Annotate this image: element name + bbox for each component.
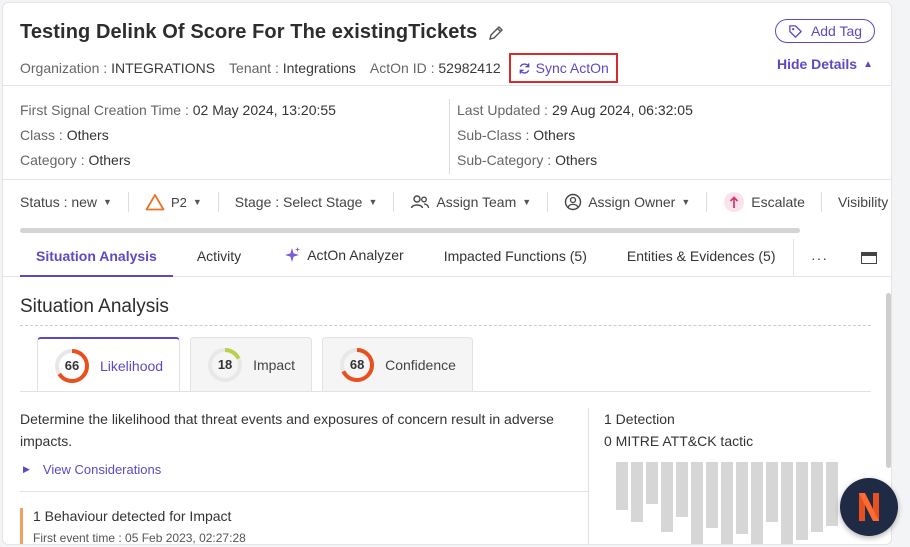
- tactic-bar: [691, 462, 703, 544]
- details-divider: [449, 99, 450, 174]
- team-icon: [411, 195, 430, 209]
- assign-team-dropdown[interactable]: Assign Team ▼: [410, 194, 531, 210]
- score-ring: 66: [54, 348, 90, 384]
- score-tab-impact[interactable]: 18 Impact: [190, 337, 313, 391]
- separator: [127, 192, 129, 212]
- tactic-bar: [631, 462, 643, 522]
- behaviour-title: 1 Behaviour detected for Impact: [33, 508, 232, 524]
- mitre-count: 0 MITRE ATT&CK tactic: [604, 433, 754, 449]
- priority-dropdown[interactable]: P2 ▼: [145, 193, 202, 211]
- stage-dropdown[interactable]: Stage : Select Stage ▼: [235, 194, 378, 210]
- dashed-divider: [20, 325, 871, 326]
- subcategory-field: Sub-Category : Others: [457, 152, 598, 168]
- divider: [3, 179, 891, 180]
- brand-logo-icon: [859, 493, 879, 521]
- tactic-bar: [781, 462, 793, 544]
- divider: [20, 491, 588, 492]
- tactic-bar: [826, 462, 838, 526]
- score-ring: 18: [207, 347, 243, 383]
- tactic-bar: [646, 462, 658, 504]
- sparkle-icon: [285, 247, 301, 262]
- page-title: Testing Delink Of Score For The existing…: [20, 21, 478, 43]
- mitre-tactic-bars: [616, 462, 841, 544]
- warning-triangle-icon: [145, 194, 165, 211]
- sync-acton-button[interactable]: Sync ActOn: [508, 53, 618, 83]
- details-left: First Signal Creation Time : 02 May 2024…: [20, 98, 336, 173]
- chevron-down-icon: ▼: [103, 197, 112, 207]
- tab-overflow: ···: [793, 239, 891, 277]
- score-tab-confidence[interactable]: 68 Confidence: [322, 337, 473, 391]
- escalate-icon: [724, 192, 745, 212]
- visibility-dropdown[interactable]: Visibility: [838, 194, 888, 210]
- score-tabs-baseline: [20, 391, 871, 392]
- first-event-time: First event time : 05 Feb 2023, 02:27:28: [33, 531, 246, 545]
- tactic-bar: [676, 462, 688, 517]
- title-row: Testing Delink Of Score For The existing…: [20, 21, 505, 44]
- tactic-bar: [721, 462, 733, 544]
- separator: [547, 192, 549, 212]
- tactic-bar: [766, 462, 778, 522]
- view-considerations-link[interactable]: ▶ View Considerations: [23, 462, 161, 477]
- tactic-bar: [661, 462, 673, 532]
- behaviour-item[interactable]: 1 Behaviour detected for Impact First ev…: [20, 508, 246, 545]
- assistant-launcher-button[interactable]: [840, 478, 898, 536]
- chevron-down-icon: ▼: [192, 197, 202, 207]
- assign-owner-dropdown[interactable]: Assign Owner ▼: [564, 193, 690, 211]
- action-bar: Status : new ▼ P2 ▼ Stage : Select Stage…: [20, 191, 888, 213]
- detection-count: 1 Detection: [604, 411, 675, 427]
- panel-divider: [588, 408, 589, 544]
- score-tab-likelihood[interactable]: 66 Likelihood: [37, 337, 181, 392]
- separator: [706, 192, 708, 212]
- chevron-down-icon: ▼: [681, 197, 691, 207]
- tenant: Tenant : Integrations: [229, 60, 356, 76]
- category-field: Category : Others: [20, 152, 131, 168]
- first-signal-time: First Signal Creation Time : 02 May 2024…: [20, 102, 336, 118]
- tactic-bar: [796, 462, 808, 540]
- chevron-down-icon: ▼: [522, 197, 532, 207]
- popout-window-icon[interactable]: [861, 252, 877, 264]
- tab-acton-analyzer[interactable]: ActOn Analyzer: [265, 246, 424, 277]
- separator: [820, 192, 822, 212]
- tab-entities-evidences[interactable]: Entities & Evidences (5): [607, 248, 796, 277]
- edit-pencil-icon[interactable]: [487, 24, 505, 42]
- vertical-scrollbar[interactable]: [886, 293, 891, 468]
- horizontal-scrollbar[interactable]: [20, 228, 800, 233]
- status-dropdown[interactable]: Status : new ▼: [20, 194, 112, 210]
- score-ring: 68: [339, 347, 375, 383]
- tab-activity[interactable]: Activity: [173, 248, 265, 277]
- tactic-bar: [706, 462, 718, 528]
- hide-details-toggle[interactable]: Hide Details ▲: [777, 56, 873, 72]
- class-field: Class : Others: [20, 127, 109, 143]
- tactic-bar: [616, 462, 628, 510]
- tag-icon: [789, 24, 802, 38]
- caret-right-icon: ▶: [23, 464, 30, 474]
- sync-icon: [519, 62, 530, 74]
- tab-situation-analysis[interactable]: Situation Analysis: [20, 248, 173, 277]
- tactic-bar: [736, 462, 748, 534]
- more-tabs-button[interactable]: ···: [811, 250, 828, 266]
- user-circle-icon: [564, 193, 582, 211]
- details-right: Last Updated : 29 Aug 2024, 06:32:05 Sub…: [457, 98, 693, 173]
- caret-up-icon: ▲: [863, 58, 873, 70]
- organization: Organization : INTEGRATIONS: [20, 60, 216, 76]
- tactic-bar: [751, 462, 763, 544]
- tab-impacted-functions[interactable]: Impacted Functions (5): [424, 248, 607, 277]
- tab-bar: Situation Analysis Activity ActOn Analyz…: [20, 239, 795, 277]
- score-tabs: 66 Likelihood 18 Impact 68 Confidence: [37, 337, 483, 392]
- last-updated: Last Updated : 29 Aug 2024, 06:32:05: [457, 102, 693, 118]
- divider: [3, 85, 891, 86]
- add-tag-button[interactable]: Add Tag: [775, 19, 875, 43]
- detection-summary: 1 Detection 0 MITRE ATT&CK tactic: [604, 408, 753, 452]
- acton-id: ActOn ID : 52982412: [369, 60, 501, 76]
- separator: [217, 192, 219, 212]
- likelihood-description: Determine the likelihood that threat eve…: [20, 411, 554, 449]
- tactic-bar: [811, 462, 823, 532]
- meta-row: Organization : INTEGRATIONS Tenant : Int…: [20, 53, 618, 83]
- chevron-down-icon: ▼: [368, 197, 378, 207]
- ticket-card: Testing Delink Of Score For The existing…: [2, 2, 892, 545]
- escalate-button[interactable]: Escalate: [723, 191, 805, 213]
- section-title: Situation Analysis: [20, 296, 169, 317]
- separator: [393, 192, 395, 212]
- subclass-field: Sub-Class : Others: [457, 127, 576, 143]
